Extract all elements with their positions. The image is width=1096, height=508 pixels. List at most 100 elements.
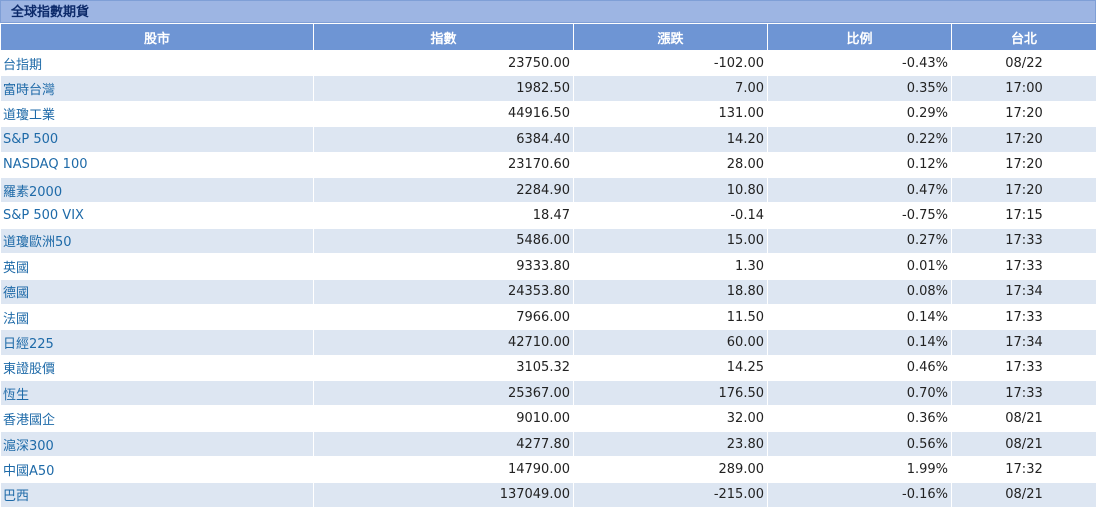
percent-value: 0.14%: [767, 303, 952, 331]
table-row: 日經225 42710.00 60.00 0.14% 17:34: [0, 329, 1096, 356]
percent-value: 0.22%: [767, 126, 952, 153]
index-value: 25367.00: [313, 380, 574, 407]
update-time: 17:34: [951, 329, 1096, 356]
percent-value: -0.16%: [767, 481, 952, 508]
index-value: 14790.00: [313, 456, 574, 483]
update-time: 17:33: [951, 253, 1096, 280]
market-name-link[interactable]: 東證股價: [0, 354, 314, 382]
percent-value: 0.29%: [767, 100, 952, 128]
update-time: 17:33: [951, 354, 1096, 382]
change-value: 32.00: [573, 405, 768, 432]
change-value: 7.00: [573, 75, 768, 102]
market-name-link[interactable]: 富時台灣: [0, 75, 314, 102]
table-row: S&P 500 6384.40 14.20 0.22% 17:20: [0, 126, 1096, 153]
change-value: 28.00: [573, 151, 768, 178]
index-value: 137049.00: [313, 481, 574, 508]
index-value: 1982.50: [313, 75, 574, 102]
index-value: 6384.40: [313, 126, 574, 153]
market-name-link[interactable]: 香港國企: [0, 405, 314, 432]
market-name-link[interactable]: 中國A50: [0, 456, 314, 483]
percent-value: 0.01%: [767, 253, 952, 280]
market-name-link[interactable]: 恆生: [0, 380, 314, 407]
change-value: 14.20: [573, 126, 768, 153]
change-value: -215.00: [573, 481, 768, 508]
percent-value: 0.70%: [767, 380, 952, 407]
market-name-link[interactable]: S&P 500: [0, 126, 314, 153]
table-header-row: 股市 指數 漲跌 比例 台北: [0, 23, 1096, 51]
table-row: 香港國企 9010.00 32.00 0.36% 08/21: [0, 405, 1096, 432]
column-header-index: 指數: [313, 23, 574, 51]
update-time: 17:34: [951, 278, 1096, 305]
update-time: 08/21: [951, 405, 1096, 432]
change-value: 18.80: [573, 278, 768, 305]
percent-value: 0.12%: [767, 151, 952, 178]
change-value: 289.00: [573, 456, 768, 483]
change-value: 176.50: [573, 380, 768, 407]
table-row: 道瓊歐洲50 5486.00 15.00 0.27% 17:33: [0, 227, 1096, 255]
percent-value: 0.14%: [767, 329, 952, 356]
percent-value: -0.75%: [767, 202, 952, 229]
market-name-link[interactable]: 法國: [0, 303, 314, 331]
change-value: 15.00: [573, 227, 768, 255]
table-row: 巴西 137049.00 -215.00 -0.16% 08/21: [0, 481, 1096, 508]
market-name-link[interactable]: S&P 500 VIX: [0, 202, 314, 229]
update-time: 17:33: [951, 303, 1096, 331]
index-value: 9010.00: [313, 405, 574, 432]
market-name-link[interactable]: 巴西: [0, 481, 314, 508]
market-name-link[interactable]: 德國: [0, 278, 314, 305]
percent-value: -0.43%: [767, 49, 952, 77]
market-name-link[interactable]: 英國: [0, 253, 314, 280]
change-value: 10.80: [573, 176, 768, 204]
market-name-link[interactable]: 道瓊工業: [0, 100, 314, 128]
change-value: -102.00: [573, 49, 768, 77]
update-time: 17:33: [951, 380, 1096, 407]
panel-title: 全球指數期貨: [0, 0, 1096, 23]
change-value: -0.14: [573, 202, 768, 229]
table-row: 英國 9333.80 1.30 0.01% 17:33: [0, 253, 1096, 280]
update-time: 17:20: [951, 151, 1096, 178]
update-time: 17:20: [951, 100, 1096, 128]
change-value: 23.80: [573, 430, 768, 458]
market-name-link[interactable]: 日經225: [0, 329, 314, 356]
update-time: 17:32: [951, 456, 1096, 483]
table-row: 滬深300 4277.80 23.80 0.56% 08/21: [0, 430, 1096, 458]
table-row: 法國 7966.00 11.50 0.14% 17:33: [0, 303, 1096, 331]
column-header-time: 台北: [951, 23, 1096, 51]
table-row: 羅素2000 2284.90 10.80 0.47% 17:20: [0, 176, 1096, 204]
table-row: 富時台灣 1982.50 7.00 0.35% 17:00: [0, 75, 1096, 102]
table-row: NASDAQ 100 23170.60 28.00 0.12% 17:20: [0, 151, 1096, 178]
market-name-link[interactable]: 滬深300: [0, 430, 314, 458]
column-header-change: 漲跌: [573, 23, 768, 51]
change-value: 14.25: [573, 354, 768, 382]
update-time: 17:33: [951, 227, 1096, 255]
update-time: 17:00: [951, 75, 1096, 102]
update-time: 17:15: [951, 202, 1096, 229]
update-time: 08/22: [951, 49, 1096, 77]
market-name-link[interactable]: 道瓊歐洲50: [0, 227, 314, 255]
market-name-link[interactable]: 羅素2000: [0, 176, 314, 204]
percent-value: 1.99%: [767, 456, 952, 483]
index-value: 23170.60: [313, 151, 574, 178]
update-time: 17:20: [951, 176, 1096, 204]
percent-value: 0.08%: [767, 278, 952, 305]
percent-value: 0.56%: [767, 430, 952, 458]
update-time: 17:20: [951, 126, 1096, 153]
update-time: 08/21: [951, 481, 1096, 508]
percent-value: 0.47%: [767, 176, 952, 204]
change-value: 60.00: [573, 329, 768, 356]
market-name-link[interactable]: 台指期: [0, 49, 314, 77]
percent-value: 0.46%: [767, 354, 952, 382]
index-value: 44916.50: [313, 100, 574, 128]
table-row: 中國A50 14790.00 289.00 1.99% 17:32: [0, 456, 1096, 483]
update-time: 08/21: [951, 430, 1096, 458]
percent-value: 0.35%: [767, 75, 952, 102]
table-row: 台指期 23750.00 -102.00 -0.43% 08/22: [0, 49, 1096, 77]
table-row: 東證股價 3105.32 14.25 0.46% 17:33: [0, 354, 1096, 382]
table-row: S&P 500 VIX 18.47 -0.14 -0.75% 17:15: [0, 202, 1096, 229]
change-value: 1.30: [573, 253, 768, 280]
percent-value: 0.27%: [767, 227, 952, 255]
table-body: 台指期 23750.00 -102.00 -0.43% 08/22 富時台灣 1982.50…: [0, 49, 1096, 508]
percent-value: 0.36%: [767, 405, 952, 432]
column-header-market: 股市: [0, 23, 314, 51]
market-name-link[interactable]: NASDAQ 100: [0, 151, 314, 178]
